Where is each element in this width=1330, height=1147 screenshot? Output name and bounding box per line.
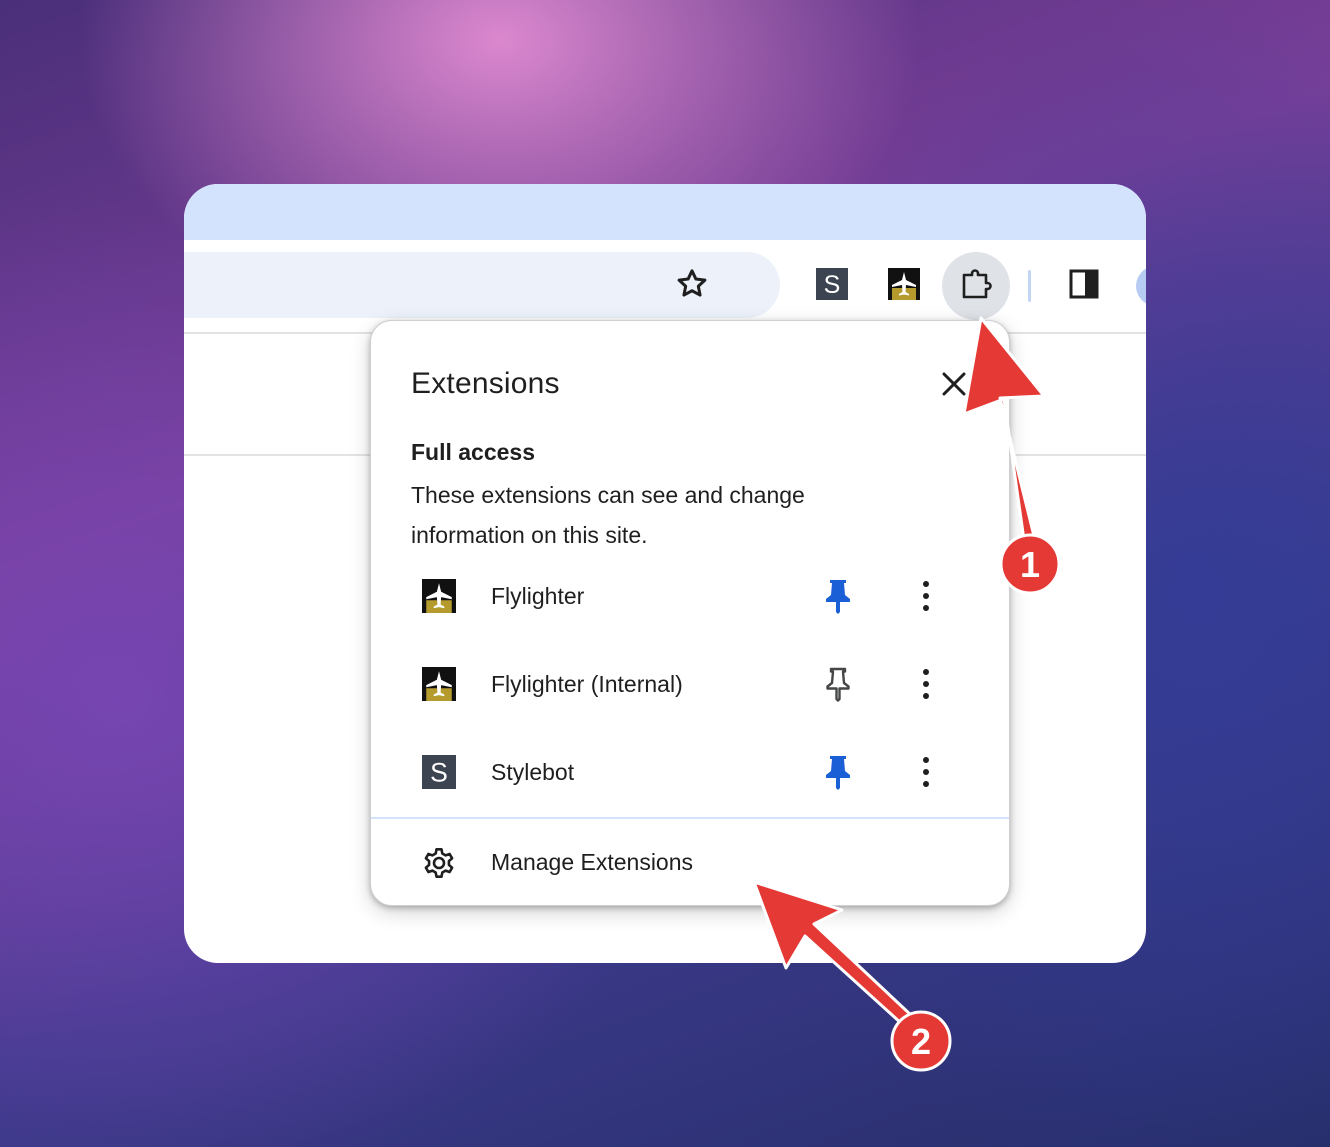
svg-text:S: S	[430, 758, 448, 788]
pin-filled-icon[interactable]	[823, 577, 853, 615]
close-icon[interactable]	[937, 367, 971, 401]
flylighter-icon[interactable]	[888, 268, 920, 300]
tab-strip	[184, 184, 1146, 240]
side-panel-icon[interactable]	[1068, 268, 1100, 300]
section-description: These extensions can see and change info…	[411, 482, 805, 548]
extensions-button[interactable]	[942, 252, 1010, 320]
extension-row-flylighter[interactable]: Flylighter	[371, 553, 1011, 641]
extension-name: Flylighter	[491, 583, 585, 609]
popup-title: Extensions	[411, 367, 560, 400]
more-options-icon[interactable]	[911, 579, 941, 613]
svg-text:S: S	[824, 271, 841, 299]
flylighter-icon	[422, 579, 456, 613]
star-icon[interactable]	[674, 266, 710, 302]
puzzle-icon	[962, 269, 992, 299]
pin-filled-icon[interactable]	[823, 753, 853, 791]
pin-outline-icon[interactable]	[823, 665, 853, 703]
gear-icon	[424, 847, 454, 878]
extension-name: Stylebot	[491, 759, 575, 785]
section-title: Full access	[411, 439, 536, 465]
flylighter-icon	[422, 667, 456, 701]
extension-row-stylebot[interactable]: S Stylebot	[371, 729, 1011, 817]
stylebot-icon: S	[422, 755, 456, 789]
extension-name: Flylighter (Internal)	[491, 671, 683, 697]
more-options-icon[interactable]	[911, 755, 941, 789]
toolbar-separator	[1028, 270, 1031, 302]
extensions-popup: Extensions Full access These extensions …	[370, 320, 1010, 906]
profile-avatar[interactable]	[1136, 266, 1146, 306]
address-bar[interactable]	[184, 252, 780, 318]
manage-extensions[interactable]: Manage Extensions	[371, 819, 1009, 905]
stylebot-icon[interactable]: S	[816, 268, 848, 300]
manage-extensions-label: Manage Extensions	[491, 849, 694, 875]
more-options-icon[interactable]	[911, 667, 941, 701]
extension-row-flylighter-internal[interactable]: Flylighter (Internal)	[371, 641, 1011, 729]
